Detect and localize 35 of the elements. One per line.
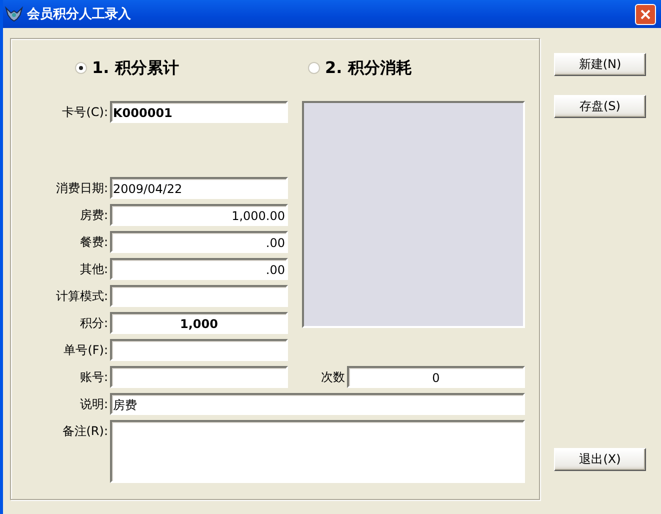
text-field[interactable]: .00 xyxy=(110,258,288,280)
window-title: 会员积分人工录入 xyxy=(27,6,132,23)
text-field[interactable] xyxy=(110,285,288,307)
field-label: 账号: xyxy=(78,368,109,386)
text-field[interactable] xyxy=(110,339,288,361)
text-field[interactable] xyxy=(110,366,288,388)
field-label: 积分: xyxy=(78,314,109,332)
field-label: 餐费: xyxy=(78,234,109,250)
radio-label[interactable]: 2. 积分消耗 xyxy=(325,58,412,78)
text-field[interactable]: 房费 xyxy=(110,393,525,415)
field-label: 单号(F): xyxy=(62,342,109,358)
dialog-button[interactable]: 存盘(S) xyxy=(554,95,646,118)
bird-icon xyxy=(5,6,23,22)
field-label: 说明: xyxy=(78,396,109,412)
dialog-button[interactable]: 新建(N) xyxy=(554,53,646,76)
text-field[interactable]: 1,000.00 xyxy=(110,204,288,226)
field-label: 房费: xyxy=(78,206,109,224)
text-field[interactable]: .00 xyxy=(110,231,288,253)
close-button[interactable] xyxy=(635,4,656,24)
field-label: 备注(R): xyxy=(61,423,109,440)
text-field[interactable] xyxy=(110,420,525,483)
text-field[interactable]: 0 xyxy=(347,366,525,388)
text-field[interactable]: 1,000 xyxy=(110,312,288,334)
dialog-button[interactable]: 退出(X) xyxy=(554,448,646,471)
text-field[interactable]: 2009/04/22 xyxy=(110,177,288,199)
radio-label[interactable]: 1. 积分累计 xyxy=(92,58,179,78)
radio-button[interactable] xyxy=(75,62,87,74)
radio-button[interactable] xyxy=(308,62,320,74)
field-label: 其他: xyxy=(78,260,109,278)
field-label: 次数 xyxy=(320,368,346,386)
field-label: 卡号(C): xyxy=(61,104,109,120)
text-field[interactable]: K000001 xyxy=(110,101,288,123)
field-label: 消费日期: xyxy=(54,180,109,196)
close-icon xyxy=(640,8,651,20)
field-label: 计算模式: xyxy=(54,288,109,304)
